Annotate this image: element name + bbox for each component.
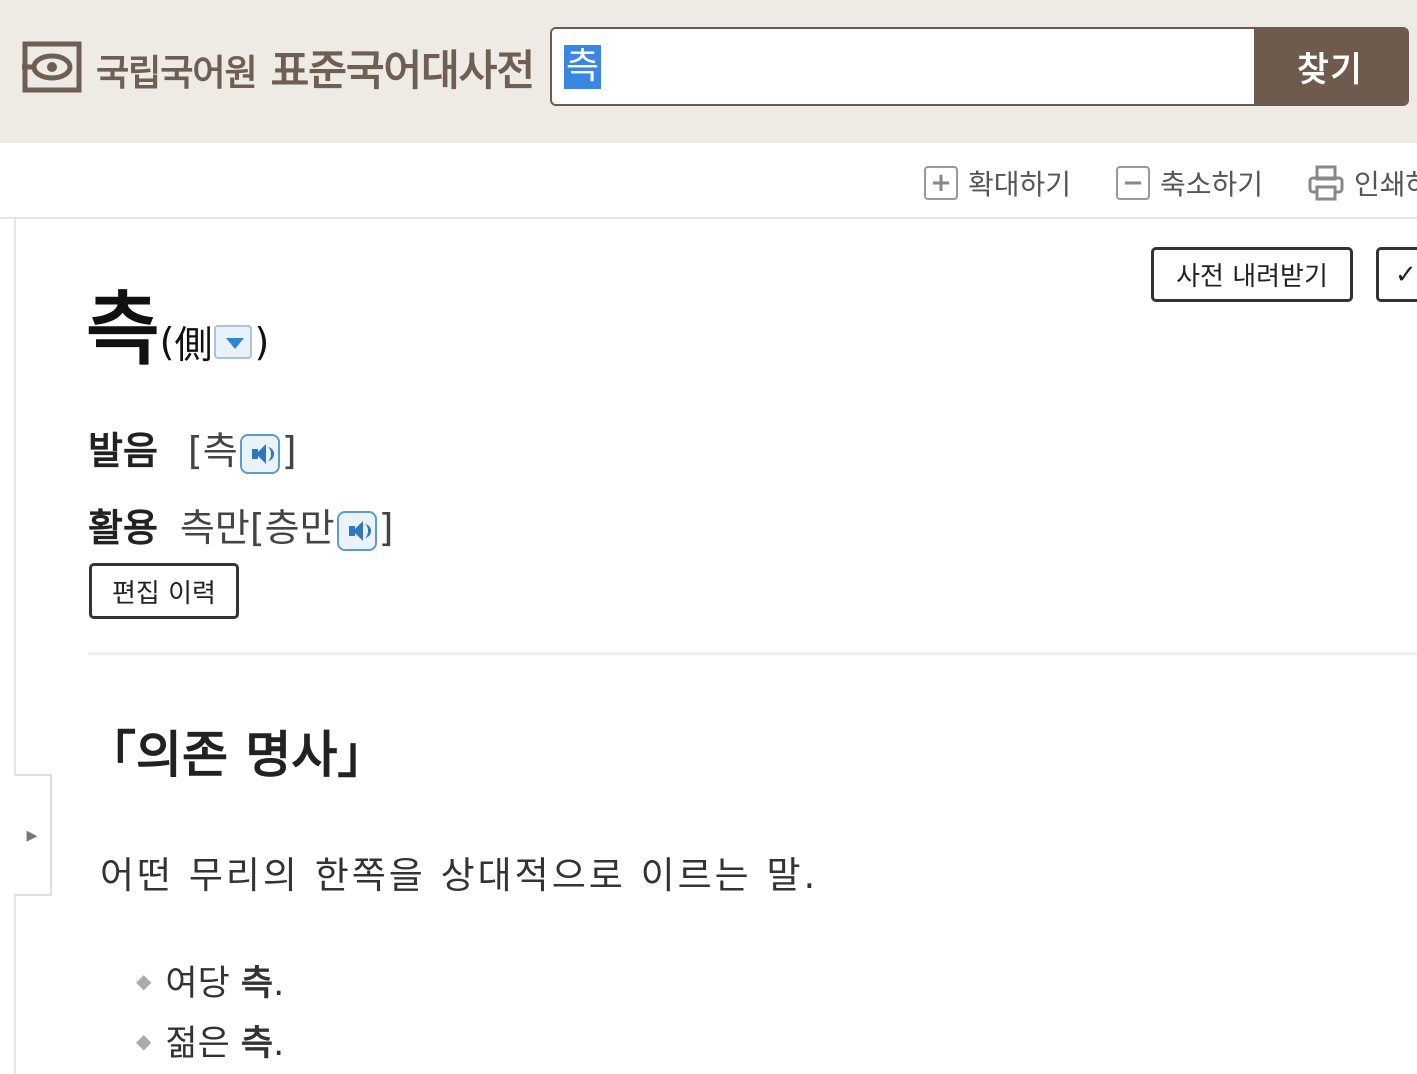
edit-history-button[interactable]: 편집 이력 (89, 563, 239, 619)
logo-text: 국립국어원 표준국어대사전 (96, 37, 535, 98)
pronunciation-value: [측] (188, 420, 297, 475)
entry-headword: 측 (側) (86, 285, 269, 375)
pronunciation-row: 발음 [측] (88, 420, 297, 475)
conjugation-label: 활용 (88, 506, 158, 550)
hanja-group: (側) (160, 314, 270, 369)
hanja-dropdown-icon[interactable] (214, 324, 253, 359)
zoom-in-label: 확대하기 (968, 168, 1072, 201)
search-input-selected-text: 측 (564, 45, 602, 89)
example-text: 젊은 측. (165, 1024, 285, 1064)
conjugation-bracket: ] (378, 506, 394, 550)
hanja-text: 側 (174, 323, 213, 367)
zoom-out-label: 축소하기 (1160, 168, 1264, 201)
checkmark-icon: ✓ (1395, 259, 1417, 290)
pronunciation-label: 발음 (88, 429, 158, 473)
diamond-bullet-icon: ◆ (136, 968, 152, 993)
section-divider (88, 652, 1417, 655)
org-name: 국립국어원 (96, 52, 258, 94)
conjugation-form: 측만 (179, 506, 250, 550)
diamond-bullet-icon: ◆ (136, 1028, 152, 1053)
headword-text: 측 (86, 283, 160, 376)
search-input[interactable] (552, 29, 1256, 104)
print-label: 인쇄하 (1354, 168, 1417, 201)
dictionary-name: 표준국어대사전 (270, 45, 535, 95)
speaker-icon[interactable] (336, 510, 377, 551)
conjugation-value: 측만[층만] (179, 497, 394, 552)
checkmark-button[interactable]: ✓ (1376, 247, 1417, 302)
institute-emblem-icon (22, 41, 82, 93)
part-of-speech: 「의존 명사」 (86, 726, 388, 784)
left-rail-divider (14, 219, 16, 1074)
zoom-in-button[interactable]: + 확대하기 (924, 163, 1071, 203)
site-logo[interactable]: 국립국어원 표준국어대사전 (22, 37, 535, 98)
toolbar: + 확대하기 − 축소하기 인쇄하 (0, 143, 1417, 219)
print-button[interactable]: 인쇄하 (1308, 163, 1417, 203)
sidebar-toggle-button[interactable]: ▸ (14, 774, 52, 896)
conjugation-pronunciation: [층만 (249, 506, 335, 550)
pronunciation-bracket: ] (281, 429, 297, 473)
pronunciation-text: [측 (187, 429, 238, 473)
speaker-icon[interactable] (239, 433, 280, 474)
definition-text: 어떤 무리의 한쪽을 상대적으로 이르는 말. (100, 854, 819, 897)
chevron-right-icon: ▸ (26, 822, 38, 848)
minus-box-icon: − (1116, 166, 1150, 200)
example-item: ◆ 여당 측. (136, 955, 284, 1006)
plus-box-icon: + (924, 166, 958, 200)
search-button[interactable]: 찾기 (1254, 29, 1407, 104)
search-box: 측 찾기 (550, 27, 1409, 106)
printer-icon (1308, 165, 1344, 201)
example-text: 여당 측. (165, 964, 285, 1004)
zoom-out-button[interactable]: − 축소하기 (1116, 163, 1263, 203)
conjugation-row: 활용 측만[층만] (88, 497, 393, 552)
download-dictionary-button[interactable]: 사전 내려받기 (1151, 247, 1353, 302)
header: 국립국어원 표준국어대사전 측 찾기 (0, 0, 1417, 143)
example-item: ◆ 젊은 측. (136, 1015, 284, 1066)
